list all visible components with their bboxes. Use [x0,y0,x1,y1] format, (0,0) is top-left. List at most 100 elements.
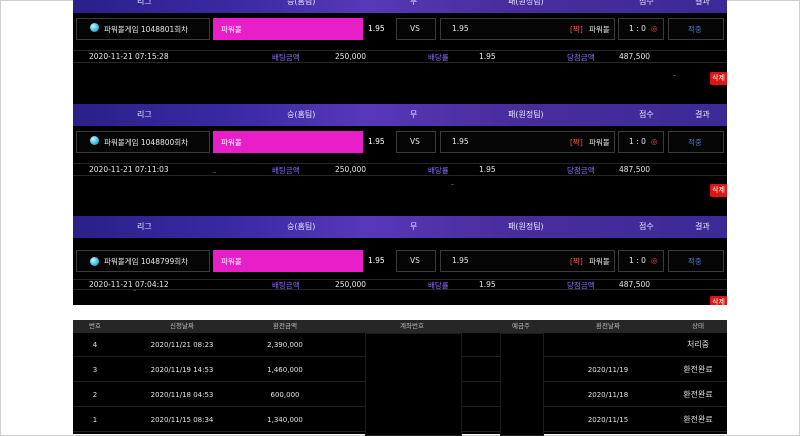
row-request-date: 2020/11/21 08:23 [150,341,214,349]
delete-button[interactable]: 삭제 [710,296,727,305]
away-tag: [짝] [570,25,583,34]
divider [73,62,727,63]
bet-amount: 250,000 [335,52,367,61]
row-amount: 1,340,000 [267,416,303,424]
header-score: 점수 [639,222,654,231]
row-exchange-date: 2020/11/19 [587,366,629,374]
delete-button[interactable]: 삭제 [710,72,727,85]
bet-card: 리그 승(홈팀) 무 패(원정팀) 점수 결과 파워볼게임 1048800회차 … [73,104,727,206]
divider [73,50,727,51]
bet-amount: 250,000 [335,165,367,174]
col-holder: 예금주 [512,322,530,330]
header-league: 리그 [137,0,152,6]
bet-table-header: 리그 승(홈팀) 무 패(원정팀) 점수 결과 [73,216,727,238]
col-account: 계좌번호 [400,322,424,330]
away-team: 파워볼 [589,25,610,34]
vs-label: VS [410,137,420,146]
row-status: 처리중 [686,340,710,349]
score-status-icon: ◎ [651,256,658,265]
result-label: 적중 [688,138,702,147]
row-number: 2 [92,391,98,399]
win-amount: 487,500 [619,280,651,289]
header-draw: 무 [410,110,418,119]
score: 1 : 0 [629,137,646,146]
game-name: 파워볼게임 1048801회차 [104,25,189,34]
game-name: 파워볼게임 1048799회차 [104,257,189,266]
account-holder-redaction [500,333,544,436]
powerball-icon [90,23,99,32]
background-sparkle [451,184,454,185]
away-odds: 1.95 [452,24,469,33]
bet-datetime: 2020-11-21 07:15:28 [89,52,169,61]
game-name: 파워볼게임 1048800회차 [104,138,189,147]
score: 1 : 0 [629,24,646,33]
result-label: 적중 [688,25,702,34]
header-win: 승(홈팀) [287,222,316,231]
bet-history-panel: 리그 승(홈팀) 무 패(원정팀) 점수 결과 파워볼게임 1048801회차 … [73,0,727,305]
row-request-date: 2020/11/15 08:34 [150,416,214,424]
vs-label: VS [410,256,420,265]
powerball-icon [90,136,99,145]
row-status: 환전완료 [683,415,713,424]
win-amount: 487,500 [619,52,651,61]
col-exchange-date: 환전날짜 [596,322,620,330]
header-lose: 패(원정팀) [508,222,544,231]
home-team: 파워볼 [221,25,242,34]
row-status: 환전완료 [683,365,713,374]
background-sparkle [213,172,216,173]
header-score: 점수 [639,0,654,6]
header-score: 점수 [639,110,654,119]
bet-table-header: 리그 승(홈팀) 무 패(원정팀) 점수 결과 [73,104,727,126]
table-header: 번호 신청날짜 환전금액 계좌번호 예금주 환전날짜 상태 [73,320,727,333]
away-odds: 1.95 [452,137,469,146]
col-request-date: 신청날짜 [170,322,194,330]
header-result: 결과 [695,0,710,6]
header-lose: 패(원정팀) [508,0,544,6]
header-draw: 무 [410,0,418,6]
header-league: 리그 [137,110,152,119]
home-team: 파워볼 [221,257,242,266]
row-number: 4 [92,341,98,349]
header-result: 결과 [695,110,710,119]
divider [73,163,727,164]
header-win: 승(홈팀) [287,110,316,119]
background-sparkle [133,290,136,291]
score-status-icon: ◎ [651,24,658,33]
account-number-redaction [365,333,462,436]
row-status: 환전완료 [683,390,713,399]
away-tag: [짝] [570,138,583,147]
away-team: 파워볼 [589,257,610,266]
bet-table-header: 리그 승(홈팀) 무 패(원정팀) 점수 결과 [73,0,727,13]
bet-amount: 250,000 [335,280,367,289]
row-request-date: 2020/11/19 14:53 [150,366,214,374]
col-status: 상태 [692,322,704,330]
row-exchange-date: 2020/11/15 [587,416,629,424]
header-draw: 무 [410,222,418,231]
result-label: 적중 [688,257,702,266]
row-number: 3 [92,366,98,374]
header-win: 승(홈팀) [287,0,316,6]
bet-datetime: 2020-11-21 07:04:12 [89,280,169,289]
background-sparkle [673,75,676,76]
away-odds: 1.95 [452,256,469,265]
col-amount: 환전금액 [273,322,297,330]
home-odds: 1.95 [368,256,385,265]
odds-value: 1.95 [479,165,496,174]
odds-value: 1.95 [479,52,496,61]
away-team: 파워볼 [589,138,610,147]
row-amount: 1,460,000 [267,366,303,374]
exchange-history-table: 번호 신청날짜 환전금액 계좌번호 예금주 환전날짜 상태 4 2020/11/… [73,320,727,436]
home-team: 파워볼 [221,138,242,147]
home-odds: 1.95 [368,24,385,33]
away-tag: [짝] [570,257,583,266]
delete-button[interactable]: 삭제 [710,184,727,197]
powerball-icon [90,257,99,266]
score-status-icon: ◎ [651,137,658,146]
row-amount: 2,390,000 [267,341,303,349]
row-request-date: 2020/11/18 04:53 [150,391,214,399]
odds-value: 1.95 [479,280,496,289]
win-amount: 487,500 [619,165,651,174]
row-number: 1 [92,416,98,424]
header-result: 결과 [695,222,710,231]
bet-card: 리그 승(홈팀) 무 패(원정팀) 점수 결과 파워볼게임 1048801회차 … [73,0,727,93]
